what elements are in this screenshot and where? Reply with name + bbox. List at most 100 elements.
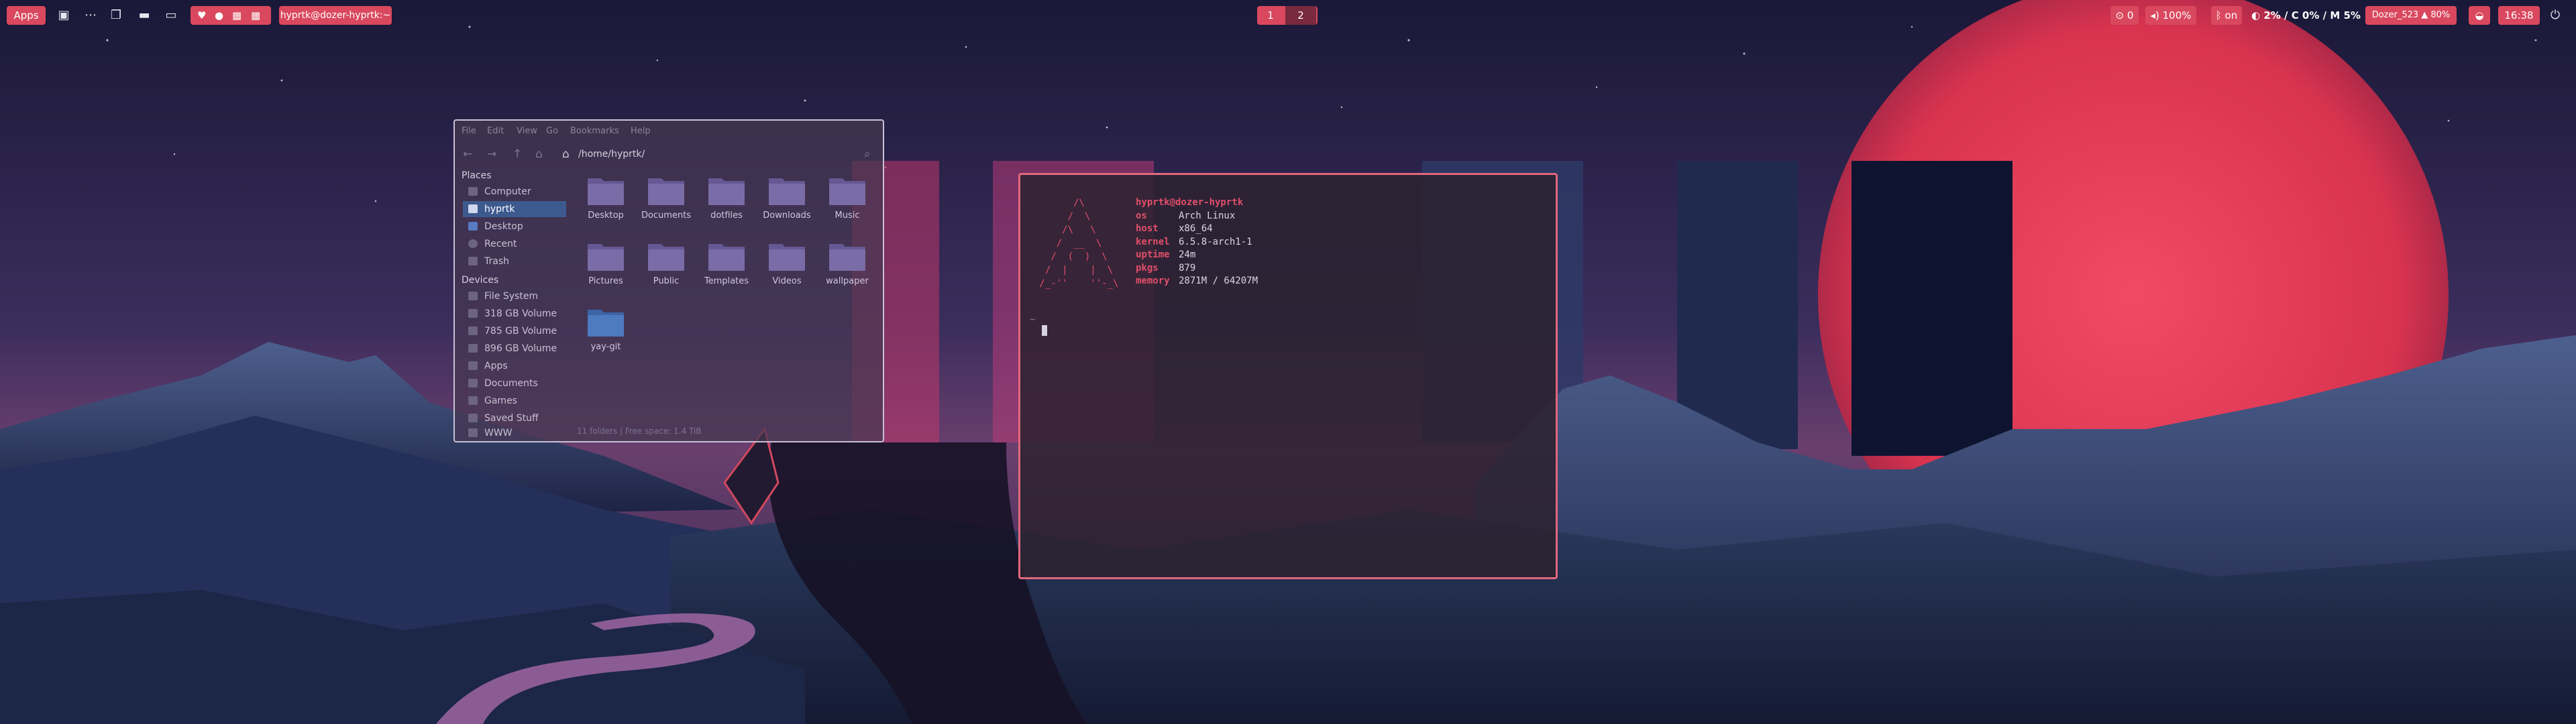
bell-icon: ⊙ — [2115, 9, 2127, 21]
sidebar-item-documents[interactable]: Documents — [463, 375, 566, 391]
power-icon[interactable]: ⏻ — [2548, 8, 2563, 23]
text-cursor — [1042, 325, 1047, 336]
top-bar: Apps ▣ ⋯ ❐ ▬ ▭ ♥ ● ▦ ▦ hyprtk@dozer-hypr… — [0, 0, 2576, 31]
workspace-2[interactable]: 2 — [1285, 6, 1316, 25]
heart-icon[interactable]: ♥ — [197, 6, 206, 25]
folder-label: Desktop — [588, 210, 624, 221]
folder-label: wallpaper — [826, 276, 869, 286]
sidebar-item-computer[interactable]: Computer — [463, 184, 566, 200]
fetch-key: pkgs — [1136, 262, 1159, 274]
search-icon[interactable]: ⌕ — [864, 147, 871, 161]
system-stats[interactable]: ◐ 2% / C 0% / M 5% — [2251, 6, 2361, 25]
fetch-row: kernel 6.5.8-arch1-1 — [1136, 236, 1258, 249]
apps-button[interactable]: Apps — [7, 6, 46, 25]
sidebar-item-volume[interactable]: 318 GB Volume — [463, 306, 566, 322]
folder-icon — [648, 178, 684, 205]
fetch-value: x86_64 — [1179, 223, 1213, 234]
sidebar-item-label: 785 GB Volume — [484, 326, 557, 337]
cpu-mem-value: 2% / C 0% / M 5% — [2263, 9, 2361, 21]
volume-indicator[interactable]: ◂) 100% — [2145, 6, 2196, 25]
sidebar-item-recent[interactable]: Recent — [463, 236, 566, 252]
drive-icon — [468, 428, 478, 437]
sidebar-item-games[interactable]: Games — [463, 393, 566, 409]
menu-go[interactable]: Go — [546, 126, 558, 136]
menu-bar: File Edit View Go Bookmarks Help — [455, 121, 883, 141]
app-icon[interactable]: ▦ — [232, 6, 241, 25]
window-icon[interactable]: ▭ — [164, 8, 178, 23]
clock[interactable]: 16:38 — [2498, 6, 2540, 25]
home-icon[interactable]: ⌂ — [535, 147, 543, 161]
fetch-key: host — [1136, 223, 1159, 234]
up-icon[interactable]: ↑ — [513, 147, 522, 161]
wifi-indicator[interactable]: Dozer_523 ▲ 80% — [2365, 6, 2457, 25]
folder-icon — [829, 178, 865, 205]
shell-prompt: ~ — [1030, 314, 1036, 325]
menu-bookmarks[interactable]: Bookmarks — [570, 126, 619, 136]
folder-item[interactable]: Pictures — [577, 237, 635, 300]
menu-help[interactable]: Help — [631, 126, 651, 136]
sidebar-item-label: Computer — [484, 186, 531, 197]
volume-value: 100% — [2162, 9, 2192, 21]
folder-item[interactable]: Desktop — [577, 172, 635, 235]
menu-file[interactable]: File — [462, 126, 476, 136]
folder-label: Documents — [641, 210, 692, 221]
drive-icon — [468, 361, 478, 370]
sidebar-item-hyprtk[interactable]: hyprtk — [463, 201, 566, 217]
folder-item[interactable]: Templates — [698, 237, 755, 300]
image-icon[interactable]: ▣ — [56, 8, 71, 23]
folder-icon — [588, 178, 624, 205]
home-icon — [468, 204, 478, 213]
folder-label: Downloads — [763, 210, 811, 221]
folder-grid: Desktop Documents dotfiles Downloads Music Pi… — [577, 172, 879, 420]
back-icon[interactable]: ← — [463, 147, 472, 161]
sidebar-item-desktop[interactable]: Desktop — [463, 219, 566, 235]
folder-label: Pictures — [588, 276, 623, 286]
folder-item[interactable]: Downloads — [758, 172, 816, 235]
folder-icon — [588, 244, 624, 271]
places-header: Places — [462, 170, 492, 181]
notifications-badge[interactable]: ⊙ 0 — [2110, 6, 2139, 25]
fetch-row: host x86_64 — [1136, 223, 1258, 236]
sidebar-item-apps[interactable]: Apps — [463, 358, 566, 374]
folder-label: Public — [653, 276, 680, 286]
folder-icon — [769, 244, 805, 271]
sidebar-item-label: Saved Stuff — [484, 413, 539, 424]
sidebar-item-www[interactable]: WWW — [463, 425, 566, 438]
app-icon[interactable]: ▦ — [251, 6, 260, 25]
folder-icon — [708, 244, 745, 271]
folder-icon[interactable]: ▬ — [137, 8, 152, 23]
sidebar-item-volume[interactable]: 785 GB Volume — [463, 323, 566, 339]
pin-icon[interactable]: ● — [215, 6, 223, 25]
sidebar-item-volume[interactable]: 896 GB Volume — [463, 341, 566, 357]
menu-view[interactable]: View — [517, 126, 537, 136]
forward-icon[interactable]: → — [487, 147, 496, 161]
computer-icon — [468, 187, 478, 196]
drive-icon — [468, 414, 478, 422]
folder-item[interactable]: Documents — [637, 172, 695, 235]
arch-logo-ascii: /\ / \ /\ \ / __ \ / ( ) \ / | | \ /_-''… — [1039, 198, 1119, 289]
sidebar-item-label: Trash — [484, 256, 509, 267]
location-path[interactable]: /home/hyprtk/ — [578, 149, 645, 160]
fetch-row: memory 2871M / 64207M — [1136, 275, 1258, 288]
folder-icon — [708, 178, 745, 205]
documents-icon[interactable]: ❐ — [109, 8, 123, 23]
terminal-window[interactable]: /\ / \ /\ \ / __ \ / ( ) \ / | | \ /_-''… — [1018, 173, 1558, 579]
folder-item[interactable]: dotfiles — [698, 172, 755, 235]
clock-icon — [468, 239, 478, 248]
more-icon[interactable]: ⋯ — [83, 8, 98, 23]
folder-item[interactable]: Videos — [758, 237, 816, 300]
folder-item[interactable]: Public — [637, 237, 695, 300]
folder-item[interactable]: wallpaper — [818, 237, 876, 300]
bluetooth-icon: ᛒ — [2215, 9, 2225, 21]
folder-item[interactable]: yay-git — [577, 303, 635, 366]
workspace-1[interactable]: 1 — [1257, 6, 1284, 25]
bluetooth-indicator[interactable]: ᛒ on — [2211, 6, 2242, 25]
sidebar-item-label: Recent — [484, 239, 517, 249]
folder-item[interactable]: Music — [818, 172, 876, 235]
sidebar: Places Computer hyprtk Desktop Recent Tr… — [455, 170, 570, 438]
menu-edit[interactable]: Edit — [487, 126, 504, 136]
sidebar-item-filesystem[interactable]: File System — [463, 288, 566, 304]
sidebar-item-trash[interactable]: Trash — [463, 253, 566, 269]
wifi-icon[interactable]: ◒ — [2469, 6, 2490, 25]
sidebar-item-saved-stuff[interactable]: Saved Stuff — [463, 410, 566, 426]
